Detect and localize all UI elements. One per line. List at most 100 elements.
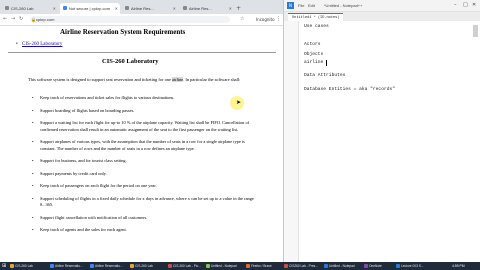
list-item: • Support for business, and for tourist c… [32, 158, 127, 163]
tab-label: Not secure | cpkrp.com [69, 6, 111, 11]
editor-title: *Untitled - Notepad++ [324, 3, 363, 8]
taskbar-clock: 4:59 PM [452, 264, 465, 268]
menu-icon[interactable]: ⋮ [276, 14, 281, 25]
maximize-icon[interactable]: □ [463, 0, 468, 11]
minimize-icon[interactable]: – [454, 0, 457, 11]
bullet-icon: • [32, 183, 34, 188]
browser-window: CIS-260 Lab ✕ Not secure | cpkrp.com ✕ A… [0, 0, 284, 262]
section-heading: CIS-260 Laboratory [102, 58, 159, 65]
app-icon [324, 264, 328, 268]
list-item: • Support payments by credit card only. [32, 170, 107, 176]
taskbar-item[interactable]: CIS-260 Lab [10, 263, 48, 269]
taskbar-item[interactable]: Firefox / Brave [246, 263, 282, 269]
close-tab-icon[interactable]: ✕ [115, 3, 118, 14]
browser-tab[interactable]: Airline Res... ✕ [180, 3, 234, 14]
lock-icon: 🔒 [31, 17, 36, 22]
editor-gutter [284, 21, 299, 262]
taskbar-item[interactable]: Lecture 003 S... [396, 263, 436, 269]
intro-paragraph: This software system is designed to supp… [28, 77, 241, 82]
page-favicon-icon [63, 6, 67, 10]
bullet-icon: • [32, 158, 34, 163]
editor-line: Objects [304, 52, 324, 57]
toc-link-lab[interactable]: CIS-260 Laboratory [22, 42, 62, 47]
taskbar: ⊞ CIS-260 Lab Airline Reservatio... Airl… [0, 262, 480, 270]
editor-app-icon: N [287, 2, 294, 9]
mouse-pointer-icon: ➤ [236, 100, 242, 106]
url-text: cpkrp.com [36, 17, 55, 22]
editor-line: Actors [304, 42, 321, 47]
selected-text: airline [172, 77, 184, 82]
editor-line: Data Attributes [304, 73, 346, 78]
app-icon [246, 264, 250, 268]
menu-edit[interactable]: Edit [308, 0, 315, 11]
page-title: Airline Reservation System Requirements [60, 28, 186, 36]
browser-tab-active[interactable]: Not secure | cpkrp.com ✕ [60, 3, 120, 14]
close-tab-icon[interactable]: ✕ [53, 3, 56, 14]
close-icon[interactable]: ✕ [472, 0, 476, 11]
menu-file[interactable]: File [298, 0, 304, 11]
windows-start-icon[interactable]: ⊞ [2, 263, 8, 269]
bullet-icon: • [32, 139, 34, 144]
app-icon [364, 264, 368, 268]
list-item: • Support a waiting list for each flight … [32, 120, 250, 132]
browser-tab[interactable]: CIS-260 Lab ✕ [2, 3, 58, 14]
page-favicon-icon [5, 6, 9, 10]
scrollbar[interactable] [473, 25, 478, 37]
forward-icon[interactable]: → [11, 14, 15, 25]
close-tab-icon[interactable]: ✕ [229, 3, 232, 14]
taskbar-item[interactable]: CIS260 Lab - Pres... [284, 263, 322, 269]
tab-label: CIS-260 Lab [11, 6, 34, 11]
editor-text-area[interactable]: Use cases Actors Objects airline Data At… [284, 21, 480, 262]
editor-titlebar: N File Edit *Untitled - Notepad++ – □ ✕ [284, 0, 480, 12]
taskbar-item[interactable]: Airline Reservatio... [50, 263, 88, 269]
incognito-badge[interactable]: Incognito [256, 14, 275, 25]
tab-label: Airline Res... [131, 6, 154, 11]
reload-icon[interactable]: ↻ [19, 14, 23, 25]
page-favicon-icon [183, 6, 187, 10]
browser-tab[interactable]: Airline Res... ✕ [122, 3, 178, 14]
star-icon[interactable]: ☆ [240, 14, 244, 25]
close-tab-icon[interactable]: ✕ [173, 3, 176, 14]
bullet-icon: • [32, 107, 34, 113]
editor-window: N File Edit *Untitled - Notepad++ – □ ✕ … [284, 0, 480, 262]
taskbar-item[interactable]: CIS-260 Lab - Pic... [168, 263, 204, 269]
bullet-icon: • [32, 120, 34, 125]
list-item: • Support flight cancellation with notifi… [32, 214, 148, 220]
bullet-icon: • [32, 214, 34, 220]
taskbar-item[interactable]: CIS-260 Lab [130, 263, 166, 269]
bullet-icon: • [32, 95, 34, 100]
back-icon[interactable]: ← [3, 14, 7, 25]
taskbar-item[interactable]: Untitled - Notepad [206, 263, 244, 269]
web-page: Airline Reservation System Requirements … [0, 26, 283, 262]
app-icon [90, 264, 94, 268]
bullet-icon: • [32, 227, 34, 232]
app-icon [396, 264, 400, 268]
app-icon [50, 264, 54, 268]
app-icon [206, 264, 210, 268]
bullet-icon: • [16, 42, 18, 47]
editor-line: Use cases [304, 24, 329, 29]
browser-tabstrip: CIS-260 Lab ✕ Not secure | cpkrp.com ✕ A… [0, 0, 283, 14]
editor-tabbar: Untitled1 * (ID-notes) [284, 12, 480, 22]
app-icon [168, 264, 172, 268]
editor-line: airline [304, 60, 324, 65]
tab-label: Airline Res... [189, 6, 212, 11]
bullet-icon: • [32, 195, 34, 201]
taskbar-item[interactable]: OneNote [364, 263, 394, 269]
divider [8, 52, 276, 53]
editor-line: Database Entities = aka "records" [304, 87, 395, 92]
taskbar-item[interactable]: Untitled - Notepad [324, 263, 362, 269]
bullet-icon: • [32, 170, 34, 176]
requirements-list: • Keep track of reservations and ticket s… [28, 95, 260, 240]
list-item: • Keep track of agents and the sales for … [32, 227, 127, 232]
taskbar-item[interactable]: Airline Reservatio... [90, 263, 128, 269]
url-field[interactable]: 🔒 cpkrp.com [30, 16, 230, 23]
list-item: • Support boarding of flights based on bo… [32, 107, 135, 113]
toc-list: • CIS-260 Laboratory [16, 42, 62, 47]
app-icon [284, 264, 288, 268]
list-item: • Keep track of passengers on each flight… [32, 183, 157, 188]
list-item: • Support airplanes of various types, wit… [32, 139, 245, 151]
app-icon [10, 264, 14, 268]
app-icon [130, 264, 134, 268]
new-tab-icon[interactable]: + [236, 3, 241, 14]
